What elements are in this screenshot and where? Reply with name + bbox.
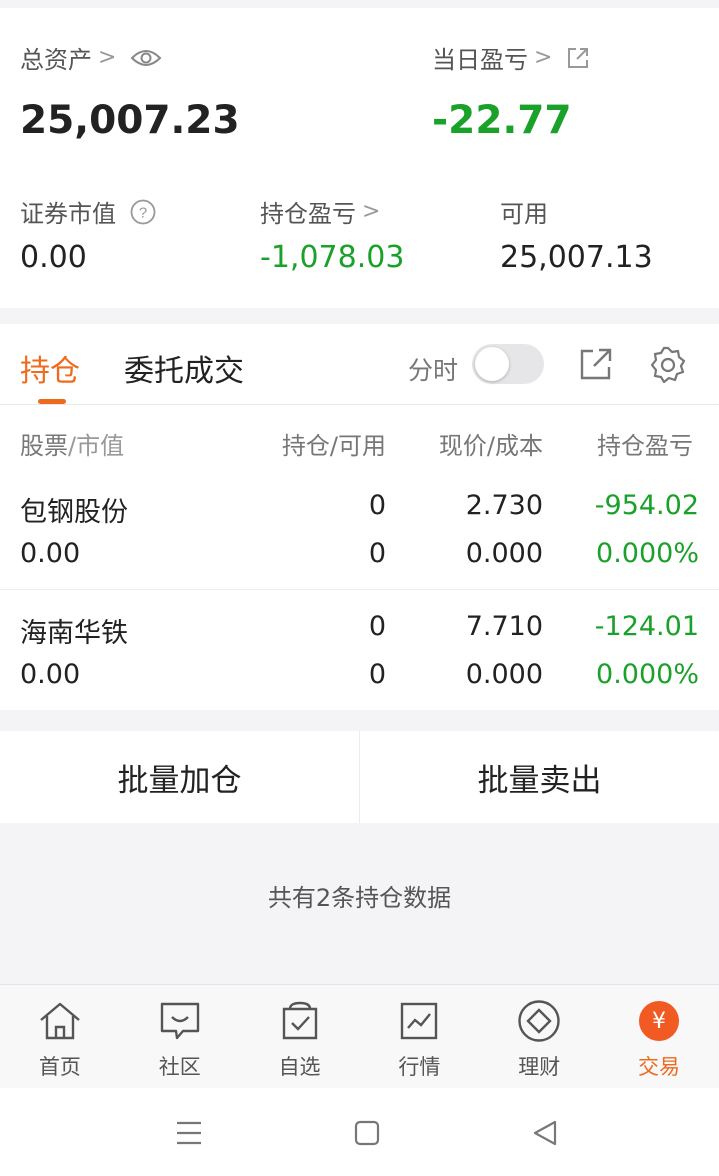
cost-price: 0.000 — [465, 659, 543, 690]
yen-icon: ¥ — [635, 999, 683, 1043]
row-divider — [0, 589, 719, 590]
available-qty: 0 — [368, 538, 386, 569]
position-pnl-pct: 0.000% — [596, 659, 699, 690]
col-header-stock: 股票/市值 — [20, 426, 124, 461]
available-qty: 0 — [368, 659, 386, 690]
external-link-icon[interactable] — [566, 46, 590, 70]
nav-label: 社区 — [158, 1055, 201, 1079]
toggle-knob — [475, 347, 509, 381]
nav-community[interactable]: 社区 — [120, 985, 240, 1088]
position-pnl: -124.01 — [594, 611, 699, 642]
position-pnl: -954.02 — [594, 490, 699, 521]
batch-actions: 批量加仓 批量卖出 — [0, 731, 719, 823]
col-header-price: 现价/成本 — [438, 432, 543, 460]
total-assets-value: 25,007.23 — [20, 98, 240, 143]
available-value: 25,007.13 — [500, 240, 653, 275]
home-square-icon[interactable] — [350, 1116, 384, 1150]
daily-pnl-label: 当日盈亏 — [432, 46, 528, 74]
position-pnl-link[interactable]: 持仓盈亏 > — [260, 194, 380, 229]
position-pnl-pct: 0.000% — [596, 538, 699, 569]
securities-value-label: 证券市值 — [20, 200, 116, 228]
bottom-nav: 首页 社区 自选 行情 理财 ¥ 交易 — [0, 984, 719, 1088]
stock-name: 包钢股份 — [20, 497, 128, 528]
nav-label: 理财 — [518, 1055, 561, 1079]
daily-pnl-link[interactable]: 当日盈亏 > — [432, 40, 590, 75]
batch-add-button[interactable]: 批量加仓 — [0, 731, 359, 823]
total-assets-label: 总资产 — [20, 46, 92, 74]
securities-value: 0.00 — [20, 240, 87, 275]
menu-icon[interactable] — [172, 1116, 206, 1150]
col-header-stock-b: /市值 — [68, 432, 125, 460]
holdings-panel: 持仓 委托成交 分时 股票/市值 持仓/可用 现价/成本 持仓盈亏 包钢股份 0… — [0, 324, 719, 710]
nav-wealth[interactable]: 理财 — [479, 985, 599, 1088]
intraday-label: 分时 — [408, 356, 459, 385]
daily-pnl-value: -22.77 — [432, 98, 572, 143]
system-nav-bar — [0, 1088, 719, 1176]
chart-icon — [395, 999, 443, 1043]
nav-trade[interactable]: ¥ 交易 — [599, 985, 719, 1088]
intraday-toggle[interactable] — [472, 344, 544, 384]
available-label: 可用 — [500, 200, 548, 228]
nav-label: 自选 — [278, 1055, 321, 1079]
current-price: 2.730 — [465, 490, 543, 521]
market-value: 0.00 — [20, 538, 81, 569]
chevron-right-icon: > — [98, 45, 117, 70]
chat-icon — [156, 999, 204, 1043]
top-strip — [0, 0, 719, 8]
account-summary: 总资产 > 25,007.23 当日盈亏 > -22.77 证券市值 ? 0.0… — [0, 8, 719, 308]
share-icon[interactable] — [578, 346, 614, 386]
nav-label: 首页 — [38, 1055, 81, 1079]
batch-sell-button[interactable]: 批量卖出 — [360, 731, 719, 823]
tab-holdings[interactable]: 持仓 — [20, 346, 80, 390]
help-icon[interactable]: ? — [130, 199, 156, 225]
nav-label: 行情 — [398, 1055, 441, 1079]
col-header-position: 持仓/可用 — [281, 432, 386, 460]
eye-icon[interactable] — [130, 47, 162, 69]
diamond-icon — [515, 999, 563, 1043]
market-value: 0.00 — [20, 659, 81, 690]
back-triangle-icon[interactable] — [528, 1116, 562, 1150]
position-qty: 0 — [368, 490, 386, 521]
svg-text:?: ? — [139, 204, 147, 221]
stock-name: 海南华铁 — [20, 618, 128, 649]
col-header-pnl-text: 持仓盈亏 — [597, 432, 693, 460]
watchlist-icon — [276, 999, 324, 1043]
tab-orders[interactable]: 委托成交 — [124, 346, 244, 390]
current-price: 7.710 — [465, 611, 543, 642]
nav-home[interactable]: 首页 — [0, 985, 120, 1088]
position-qty: 0 — [368, 611, 386, 642]
col-header-pnl: 持仓盈亏 — [597, 426, 719, 461]
position-pnl-value: -1,078.03 — [260, 240, 405, 275]
nav-label: 交易 — [638, 1055, 681, 1079]
holdings-count-text: 共有2条持仓数据 — [267, 884, 452, 912]
nav-watchlist[interactable]: 自选 — [240, 985, 360, 1088]
securities-value-label-wrap: 证券市值 ? — [20, 194, 156, 229]
available-label-wrap: 可用 — [500, 194, 548, 229]
home-icon — [36, 999, 84, 1043]
yen-circle: ¥ — [639, 1001, 680, 1041]
total-assets-link[interactable]: 总资产 > — [20, 40, 162, 75]
tabs-divider — [0, 404, 719, 405]
cost-price: 0.000 — [465, 538, 543, 569]
nav-market[interactable]: 行情 — [359, 985, 479, 1088]
position-pnl-label: 持仓盈亏 — [260, 200, 356, 228]
col-header-stock-a: 股票 — [20, 432, 68, 460]
settings-gear-icon[interactable] — [648, 345, 688, 389]
chevron-right-icon: > — [362, 199, 381, 224]
chevron-right-icon: > — [534, 45, 553, 70]
